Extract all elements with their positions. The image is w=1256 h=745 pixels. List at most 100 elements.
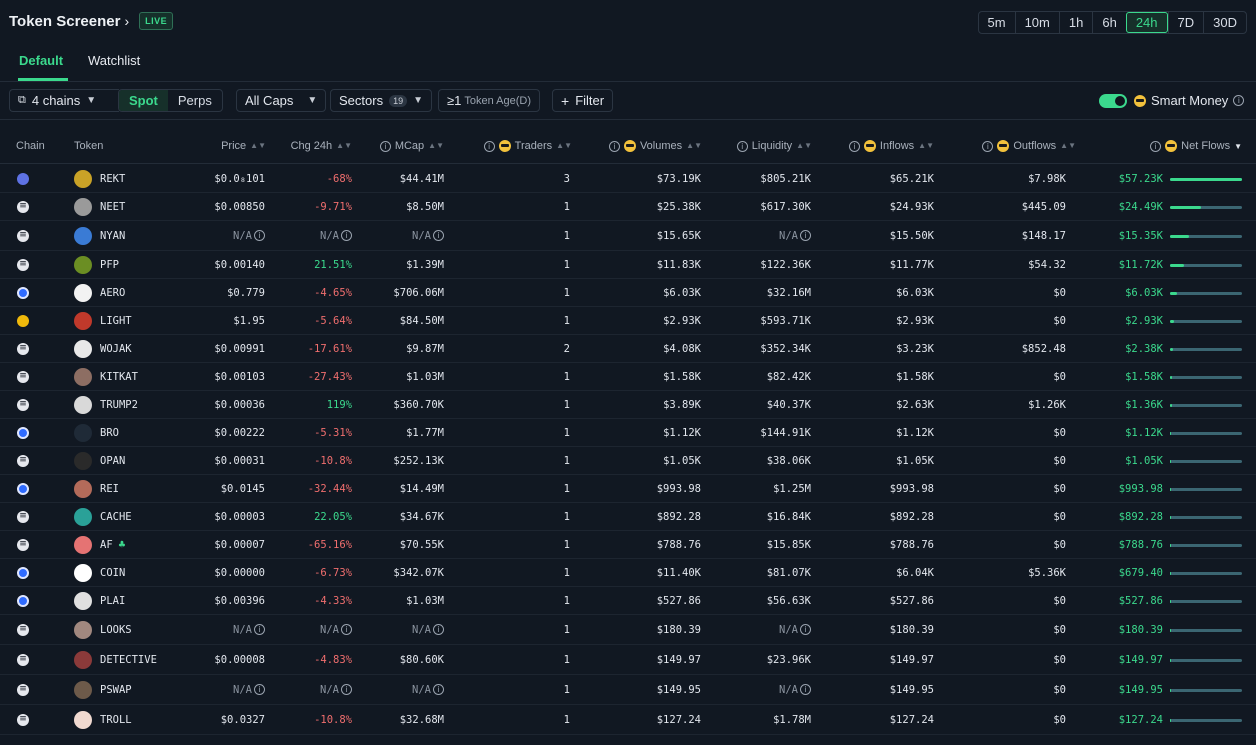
- token-cell[interactable]: REKT: [74, 165, 125, 192]
- col-liquidity[interactable]: i Liquidity ▲▼: [736, 140, 812, 152]
- timeframe-5m[interactable]: 5m: [979, 12, 1015, 33]
- timeframe-24h[interactable]: 24h: [1125, 12, 1168, 33]
- info-icon[interactable]: i: [848, 140, 860, 152]
- token-symbol: KITKAT: [100, 370, 138, 383]
- table-row[interactable]: PFP $0.00140 21.51% $1.39M 1 $11.83K $122.36K $…: [0, 251, 1256, 279]
- info-icon[interactable]: i: [736, 140, 748, 152]
- col-netflows[interactable]: i Net Flows ▼: [1150, 140, 1242, 152]
- sectors-dropdown[interactable]: Sectors 19 ▼: [330, 89, 432, 112]
- table-row[interactable]: AF ♣ $0.00007 -65.16% $70.55K 1 $788.76 $15.85K…: [0, 531, 1256, 559]
- info-icon[interactable]: i: [433, 624, 444, 635]
- timeframe-30d[interactable]: 30D: [1203, 12, 1246, 33]
- chg-cell-value: -10.8%: [314, 454, 352, 467]
- col-volumes[interactable]: i Volumes ▲▼: [608, 140, 702, 152]
- table-row[interactable]: LIGHT $1.95 -5.64% $84.50M 1 $2.93K $593.71K $2…: [0, 307, 1256, 335]
- perps-button[interactable]: Perps: [168, 90, 222, 111]
- liquidity-cell: N/A i: [779, 615, 811, 644]
- info-icon[interactable]: i: [1150, 140, 1162, 152]
- token-cell[interactable]: DETECTIVE: [74, 645, 157, 674]
- col-outflows[interactable]: i Outflows ▲▼: [982, 140, 1076, 152]
- col-inflows[interactable]: i Inflows ▲▼: [848, 140, 934, 152]
- mcap-cell: $1.77M: [406, 419, 444, 446]
- table-row[interactable]: CACHE $0.00003 22.05% $34.67K 1 $892.28 $16.84…: [0, 503, 1256, 531]
- token-cell[interactable]: TRUMP2: [74, 391, 138, 418]
- info-icon[interactable]: i: [254, 624, 265, 635]
- netflow-bar-fill: [1170, 599, 1172, 603]
- table-row[interactable]: TRUMP2 $0.00036 119% $360.70K 1 $3.89K $40.37K…: [0, 391, 1256, 419]
- col-mcap[interactable]: i MCap ▲▼: [379, 140, 444, 152]
- table-row[interactable]: REI $0.0145 -32.44% $14.49M 1 $993.98 $1.25M $9…: [0, 475, 1256, 503]
- col-chg[interactable]: Chg 24h ▲▼: [291, 140, 352, 152]
- info-icon[interactable]: i: [341, 230, 352, 241]
- info-icon[interactable]: i: [1233, 95, 1245, 106]
- token-cell[interactable]: CACHE: [74, 503, 132, 530]
- solana-icon: [17, 623, 29, 636]
- table-row[interactable]: PSWAPN/AiN/AiN/Ai1$149.95N/Ai$149.95$0$1…: [0, 675, 1256, 705]
- info-icon[interactable]: i: [379, 140, 391, 152]
- smart-money-toggle[interactable]: [1099, 94, 1127, 108]
- outflows-cell: $0: [1053, 587, 1066, 614]
- table-row[interactable]: KITKAT $0.00103 -27.43% $1.03M 1 $1.58K $82.42…: [0, 363, 1256, 391]
- netflows-cell-value: $15.35K: [1118, 229, 1163, 242]
- table-row[interactable]: NYANN/AiN/AiN/Ai1$15.65KN/Ai$15.50K$148.…: [0, 221, 1256, 251]
- token-cell[interactable]: OPAN: [74, 447, 125, 474]
- chains-dropdown[interactable]: ⧉ 4 chains ▼: [9, 89, 119, 112]
- token-cell[interactable]: AERO: [74, 279, 125, 306]
- table-row[interactable]: LOOKSN/AiN/AiN/Ai1$180.39N/Ai$180.39$0$1…: [0, 615, 1256, 645]
- info-icon[interactable]: i: [433, 230, 444, 241]
- spot-button[interactable]: Spot: [119, 90, 168, 111]
- token-cell[interactable]: PFP: [74, 251, 119, 278]
- token-cell[interactable]: PSWAP: [74, 675, 132, 704]
- tab-watchlist[interactable]: Watchlist: [88, 53, 140, 68]
- info-icon[interactable]: i: [254, 230, 265, 241]
- table-row[interactable]: PLAI $0.00396 -4.33% $1.03M 1 $527.86 $56.63K $…: [0, 587, 1256, 615]
- token-cell[interactable]: LIGHT: [74, 307, 132, 334]
- info-icon[interactable]: i: [433, 684, 444, 695]
- token-cell[interactable]: NEET: [74, 193, 125, 220]
- token-cell[interactable]: LOOKS: [74, 615, 132, 644]
- table-row[interactable]: NEET $0.00850 -9.71% $8.50M 1 $25.38K $617.30K…: [0, 193, 1256, 221]
- table-row[interactable]: OPAN $0.00031 -10.8% $252.13K 1 $1.05K $38.06K…: [0, 447, 1256, 475]
- timeframe-6h[interactable]: 6h: [1092, 12, 1125, 33]
- col-traders[interactable]: i Traders ▲▼: [483, 140, 572, 152]
- token-logo-icon: [74, 395, 92, 414]
- token-age-filter[interactable]: ≥1 Token Age(D): [438, 89, 541, 112]
- token-cell[interactable]: AF ♣: [74, 531, 125, 558]
- info-icon[interactable]: i: [800, 230, 811, 241]
- token-cell[interactable]: PLAI: [74, 587, 125, 614]
- token-cell[interactable]: KITKAT: [74, 363, 138, 390]
- caps-dropdown[interactable]: All Caps ▼: [236, 89, 327, 112]
- token-cell[interactable]: NYAN: [74, 221, 125, 250]
- token-cell[interactable]: TROLL: [74, 705, 132, 734]
- token-cell[interactable]: REI: [74, 475, 119, 502]
- page-title[interactable]: Token Screener › LIVE: [9, 12, 174, 30]
- table-row[interactable]: REKT $0.0₈101 -68% $44.41M 3 $73.19K $805.21K $…: [0, 165, 1256, 193]
- info-icon[interactable]: i: [341, 624, 352, 635]
- table-row[interactable]: DETECTIVE $0.00008 -4.83% $80.60K 1 $149.97 $2…: [0, 645, 1256, 675]
- table-row[interactable]: TROLL $0.0327 -10.8% $32.68M 1 $127.24 $1.78M $…: [0, 705, 1256, 735]
- info-icon[interactable]: i: [341, 684, 352, 695]
- table-row[interactable]: AERO $0.779 -4.65% $706.06M 1 $6.03K $32.16M $6…: [0, 279, 1256, 307]
- token-cell[interactable]: WOJAK: [74, 335, 132, 362]
- tab-default[interactable]: Default: [19, 53, 63, 68]
- info-icon[interactable]: i: [982, 140, 994, 152]
- mcap-cell-value: $1.77M: [406, 426, 444, 439]
- filter-button[interactable]: + Filter: [552, 89, 614, 112]
- timeframe-10m[interactable]: 10m: [1014, 12, 1059, 33]
- info-icon[interactable]: i: [254, 684, 265, 695]
- token-cell[interactable]: COIN: [74, 559, 125, 586]
- token-cell[interactable]: BRO: [74, 419, 119, 446]
- table-row[interactable]: WOJAK $0.00991 -17.61% $9.87M 2 $4.08K $352.34…: [0, 335, 1256, 363]
- timeframe-1h[interactable]: 1h: [1058, 12, 1092, 33]
- table-row[interactable]: COIN $0.00000 -6.73% $342.07K 1 $11.40K $81.07…: [0, 559, 1256, 587]
- info-icon[interactable]: i: [800, 624, 811, 635]
- info-icon[interactable]: i: [608, 140, 620, 152]
- volumes-cell-value: $892.28: [656, 510, 701, 523]
- col-price[interactable]: Price ▲▼: [221, 140, 266, 152]
- timeframe-7d[interactable]: 7D: [1167, 12, 1204, 33]
- volumes-cell: $73.19K: [657, 165, 701, 192]
- info-icon[interactable]: i: [483, 140, 495, 152]
- info-icon[interactable]: i: [800, 684, 811, 695]
- inflows-cell: $527.86: [890, 587, 934, 614]
- table-row[interactable]: BRO $0.00222 -5.31% $1.77M 1 $1.12K $144.91K $1…: [0, 419, 1256, 447]
